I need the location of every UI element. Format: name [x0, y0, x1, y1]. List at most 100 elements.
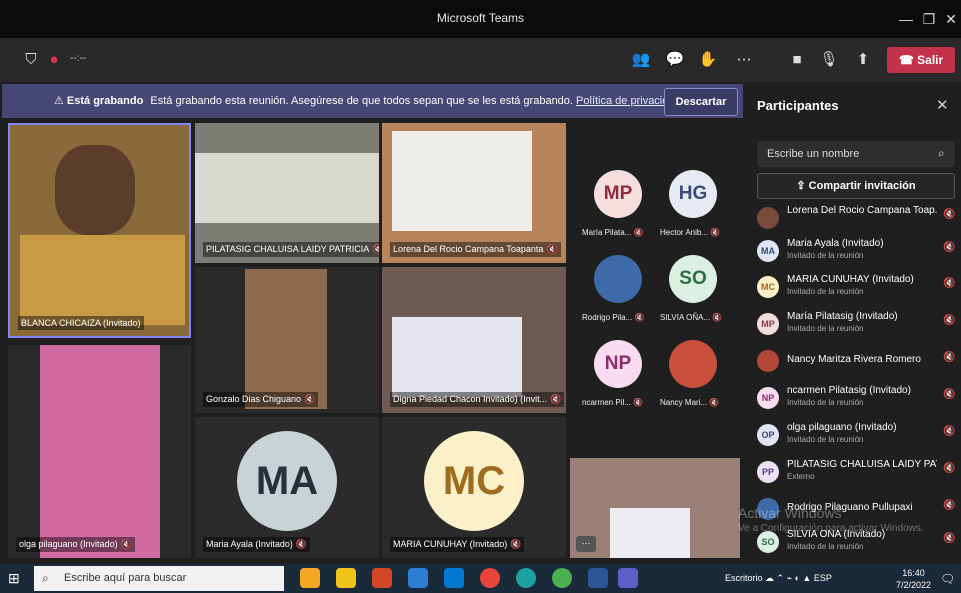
small-avatar[interactable]: NP [594, 340, 642, 388]
leave-label: Salir [917, 53, 944, 67]
activation-watermark: Activar Windows Ve a Configuración para … [738, 505, 924, 537]
tile-label: PILATASIG CHALUISA LAIDY PATRICIA 🔇 [203, 242, 379, 257]
file-explorer-icon[interactable] [336, 568, 356, 588]
participant-search-input[interactable]: Escribe un nombre [757, 141, 955, 167]
participant-role: Invitado de la reunión [787, 542, 864, 551]
mic-off-icon: 🔇 [943, 352, 956, 363]
small-avatar-photo[interactable] [594, 255, 642, 303]
clock[interactable]: 16:40 7/2/2022 [896, 567, 931, 591]
recording-icon: ● [49, 51, 59, 68]
participant-row[interactable]: NP ncarmen Pilatasig (Invitado) Invitado… [757, 383, 957, 415]
participant-name: olga pilaguano (Invitado) [787, 422, 897, 433]
window-title: Microsoft Teams [436, 11, 525, 25]
chrome-icon[interactable] [552, 568, 572, 588]
participant-role: Invitado de la reunión [787, 251, 864, 260]
chrome-icon[interactable] [480, 568, 500, 588]
warning-icon: ⚠ [54, 95, 67, 107]
participant-video [195, 153, 379, 223]
mic-off-icon: 🔇 [943, 209, 956, 220]
title-bar: Microsoft Teams [0, 0, 961, 38]
video-tile[interactable]: MA Maria Ayala (Invitado) 🔇 [195, 417, 379, 558]
video-tile[interactable]: PILATASIG CHALUISA LAIDY PATRICIA 🔇 [195, 123, 379, 263]
raise-hand-icon[interactable]: ✋ [697, 49, 719, 71]
cloud-icon: ☁ ⌃ ⌁ ◐ ▲ [765, 573, 814, 583]
participant-name: PILATASIG CHALUISA LAIDY PAT... [787, 459, 937, 470]
participant-name: ncarmen Pilatasig (Invitado) [787, 385, 911, 396]
more-options-icon[interactable]: ⋯ [576, 536, 596, 552]
powerpoint-icon[interactable] [372, 568, 392, 588]
share-invitation-button[interactable]: ⇪ Compartir invitación [757, 173, 955, 199]
clock-date: 7/2/2022 [896, 580, 932, 590]
more-options-icon[interactable]: ⋯ [733, 49, 755, 71]
taskbar-search-input[interactable]: Escribe aquí para buscar [34, 566, 284, 591]
mic-off-icon: 🔇 [943, 533, 956, 544]
meeting-toolbar [0, 38, 961, 82]
video-tile[interactable]: MC MARIA CUNUHAY (Invitado) 🔇 [382, 417, 566, 558]
video-tile[interactable]: Gonzalo Dias Chiguano 🔇 [195, 267, 379, 413]
clock-time: 16:40 [902, 568, 925, 578]
microphone-icon[interactable]: 🎙 [818, 49, 840, 71]
small-avatar[interactable]: MP [594, 170, 642, 218]
avatar [757, 207, 779, 229]
participant-video [40, 345, 160, 558]
mail-icon[interactable] [444, 568, 464, 588]
share-invitation-label: Compartir invitación [808, 180, 916, 192]
participant-row[interactable]: MP María Pilatasig (Invitado) Invitado d… [757, 309, 957, 341]
mic-off-icon: 🔇 [546, 244, 558, 254]
mic-off-icon: 🔇 [943, 463, 956, 474]
avatar: MC [757, 276, 779, 298]
small-avatar-photo[interactable] [669, 340, 717, 388]
tile-label: Lorena Del Rocio Campana Toapanta 🔇 [390, 242, 561, 257]
mic-off-icon: 🔇 [304, 394, 316, 404]
video-tile[interactable]: Digna Piedad Chacon Invitado) (Invit... 🔇 [382, 267, 566, 413]
participant-row[interactable]: Nancy Maritza Rivera Romero 🔇 [757, 346, 957, 378]
app-icon[interactable] [408, 568, 428, 588]
avatar: PP [757, 461, 779, 483]
dismiss-button[interactable]: Descartar [664, 88, 738, 116]
small-avatar[interactable]: SO [669, 255, 717, 303]
participant-role: Invitado de la reunión [787, 398, 864, 407]
small-avatar[interactable]: HG [669, 170, 717, 218]
windows-start-icon[interactable]: ⊞ [8, 570, 20, 587]
avatar: OP [757, 424, 779, 446]
small-tile-label: ncarmen Pil... 🔇 [582, 398, 644, 407]
participant-name: Nancy Maritza Rivera Romero [787, 354, 921, 365]
mic-off-icon: 🔇 [295, 539, 308, 549]
mic-off-icon: 🔇 [943, 278, 956, 289]
participants-icon[interactable]: 👥 [630, 49, 652, 71]
video-tile[interactable]: BLANCA CHICAIZA (Invitado) [8, 123, 191, 338]
close-window-icon[interactable]: ✕ [938, 6, 961, 32]
participant-row[interactable]: Lorena Del Rocio Campana Toap... 🔇 [757, 203, 957, 235]
share-screen-icon[interactable]: ⬆ [852, 49, 874, 71]
camera-icon[interactable]: ■ [786, 49, 808, 71]
screen-share-tile[interactable]: ⋯ [570, 458, 740, 558]
leave-button[interactable]: ☎ Salir [887, 47, 955, 73]
tile-label: MARIA CUNUHAY (Invitado) 🔇 [390, 537, 525, 552]
avatar [757, 350, 779, 372]
watermark-line1: Activar Windows [738, 505, 842, 521]
app-icon[interactable] [300, 568, 320, 588]
mic-off-icon: 🔇 [634, 313, 645, 322]
edge-icon[interactable] [516, 568, 536, 588]
video-tile[interactable]: olga pilaguano (Invitado) 🔇 [8, 345, 191, 558]
participant-row[interactable]: MC MARIA CUNUHAY (Invitado) Invitado de … [757, 272, 957, 304]
banner-message: Está grabando esta reunión. Asegúrese de… [150, 95, 573, 107]
desktop-label[interactable]: Escritorio [725, 573, 763, 583]
teams-icon[interactable] [618, 568, 638, 588]
video-tile[interactable]: Lorena Del Rocio Campana Toapanta 🔇 [382, 123, 566, 263]
shield-icon: ⛉ [25, 51, 37, 68]
language-indicator[interactable]: ESP [814, 573, 832, 583]
participant-name: MARIA CUNUHAY (Invitado) [787, 274, 914, 285]
participant-row[interactable]: OP olga pilaguano (Invitado) Invitado de… [757, 420, 957, 452]
small-tile-label: Nancy Mari... 🔇 [660, 398, 720, 407]
chat-icon[interactable]: 💬 [664, 49, 686, 71]
meeting-timer: --:-- [70, 53, 87, 64]
share-icon: ⇪ [796, 180, 806, 192]
participant-row[interactable]: MA Maria Ayala (Invitado) Invitado de la… [757, 236, 957, 268]
avatar: MA [757, 240, 779, 262]
close-icon[interactable]: ✕ [936, 96, 949, 114]
participant-row[interactable]: PP PILATASIG CHALUISA LAIDY PAT... Exter… [757, 457, 957, 489]
word-icon[interactable] [588, 568, 608, 588]
notification-icon[interactable]: 🗨 [940, 572, 955, 586]
participant-role: Invitado de la reunión [787, 435, 864, 444]
